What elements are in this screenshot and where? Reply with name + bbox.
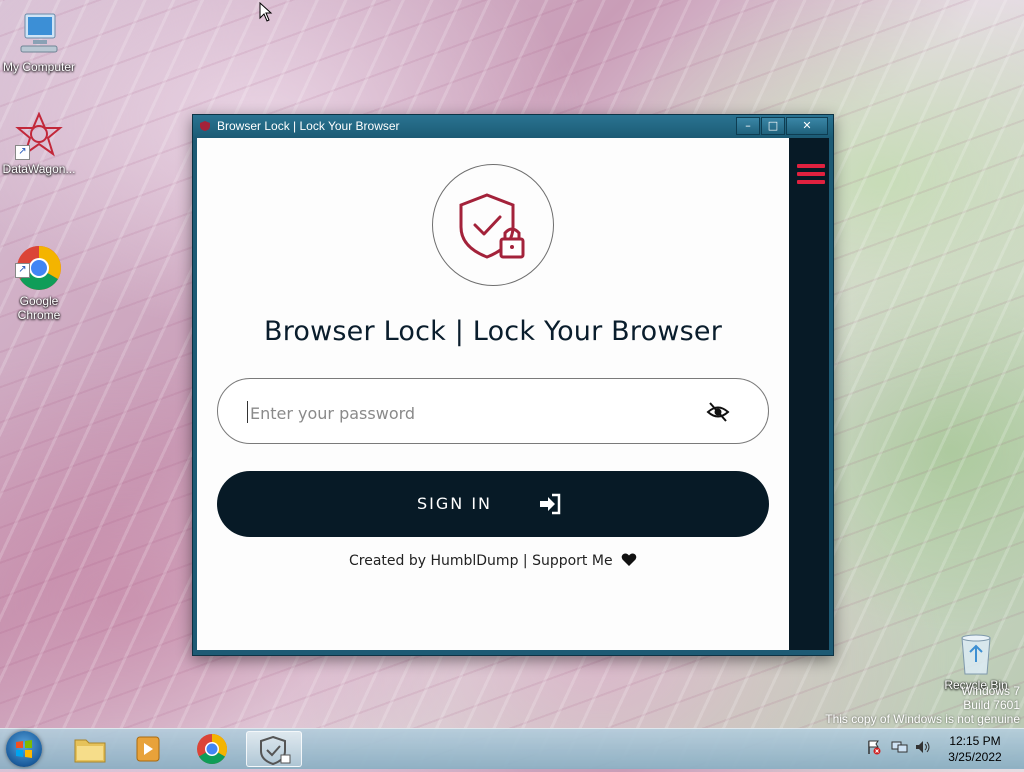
media-player-icon xyxy=(136,736,160,762)
window-titlebar[interactable]: Browser Lock | Lock Your Browser – □ ✕ xyxy=(193,115,833,137)
folder-icon xyxy=(74,739,106,763)
clock-date: 3/25/2022 xyxy=(948,750,1002,764)
desktop-icon-label: My Computer xyxy=(2,60,76,74)
taskbar-file-explorer[interactable] xyxy=(62,731,118,767)
volume-icon[interactable] xyxy=(914,739,932,755)
clock-time: 12:15 PM xyxy=(949,734,1001,748)
network-icon[interactable] xyxy=(891,739,909,755)
taskbar: 12:15 PM 3/25/2022 xyxy=(0,728,1024,769)
watermark-line: Windows 7 xyxy=(961,684,1020,698)
app-sidebar xyxy=(789,138,829,650)
sign-in-button[interactable]: SIGN IN xyxy=(217,471,769,537)
logo-badge xyxy=(432,164,554,286)
page-title: Browser Lock | Lock Your Browser xyxy=(263,316,722,347)
desktop-icon-label: Google Chrome xyxy=(17,294,61,322)
taskbar-google-chrome[interactable] xyxy=(184,731,240,767)
recycle-bin-icon xyxy=(956,632,996,676)
minimize-button[interactable]: – xyxy=(736,117,760,135)
sign-in-label: SIGN IN xyxy=(417,494,493,513)
credits-line: Created by HumblDump | Support Me xyxy=(197,553,789,569)
app-content: Browser Lock | Lock Your Browser SIGN IN… xyxy=(197,138,789,650)
taskbar-browser-lock[interactable] xyxy=(246,731,302,767)
taskbar-clock[interactable]: 12:15 PM 3/25/2022 xyxy=(935,733,1015,765)
browser-lock-window: Browser Lock | Lock Your Browser – □ ✕ B… xyxy=(192,114,834,656)
app-shield-icon xyxy=(200,121,210,131)
shortcut-arrow-icon: ↗ xyxy=(15,145,30,160)
desktop-icon-google-chrome[interactable]: ↗ Google Chrome xyxy=(0,216,78,336)
taskbar-media-player[interactable] xyxy=(120,731,176,767)
window-title: Browser Lock | Lock Your Browser xyxy=(217,119,400,133)
eye-slash-icon[interactable] xyxy=(706,401,730,423)
desktop-icon-my-computer[interactable]: My Computer xyxy=(0,10,78,74)
watermark-line: Build 7601 xyxy=(963,698,1020,712)
datawagon-icon: ↗ xyxy=(15,111,63,160)
windows-logo-icon xyxy=(16,740,32,758)
shield-lock-icon xyxy=(459,193,525,259)
desktop-icon-datawagon[interactable]: ↗ DataWagon... xyxy=(0,111,78,176)
shield-lock-icon xyxy=(260,735,291,766)
action-center-flag-icon[interactable] xyxy=(866,739,882,755)
maximize-button[interactable]: □ xyxy=(761,117,785,135)
credits-text[interactable]: Created by HumblDump | Support Me xyxy=(349,553,613,569)
start-button[interactable] xyxy=(6,731,42,767)
text-caret xyxy=(247,401,248,423)
chrome-icon: ↗ xyxy=(15,230,63,290)
chrome-icon xyxy=(197,734,228,765)
password-field[interactable] xyxy=(217,378,769,444)
hamburger-menu-icon[interactable] xyxy=(797,164,825,188)
windows-watermark: Windows 7 Build 7601 This copy of Window… xyxy=(800,684,1020,726)
mouse-cursor-icon xyxy=(259,2,273,22)
shortcut-arrow-icon: ↗ xyxy=(15,263,30,278)
heart-icon xyxy=(621,553,637,566)
computer-icon xyxy=(15,10,63,58)
desktop-icon-recycle-bin[interactable]: Recycle Bin xyxy=(937,632,1015,692)
close-button[interactable]: ✕ xyxy=(786,117,828,135)
watermark-line: This copy of Windows is not genuine xyxy=(825,712,1020,726)
sign-in-icon xyxy=(540,493,561,515)
desktop-icon-label: DataWagon... xyxy=(2,162,76,176)
password-input[interactable] xyxy=(248,399,672,427)
